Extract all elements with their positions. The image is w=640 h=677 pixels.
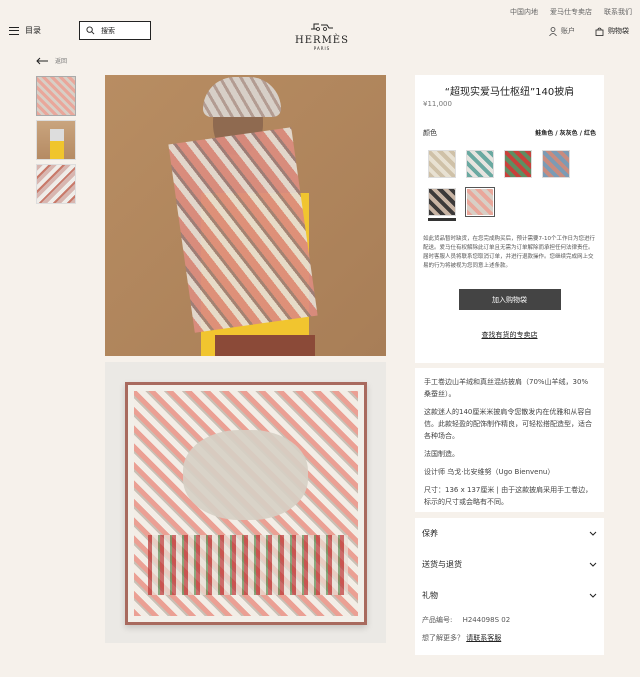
selected-color: 鲑鱼色 / 灰灰色 / 红色 xyxy=(535,130,596,137)
account-label: 账户 xyxy=(561,27,575,35)
swatch-red-green[interactable] xyxy=(504,150,532,178)
account-button[interactable]: 账户 xyxy=(549,26,575,36)
swatch-blue[interactable] xyxy=(542,150,570,178)
description-panel: 手工卷边山羊绒和真丝混纺披肩（70%山羊绒，30%桑蚕丝）。 这款迷人的140厘… xyxy=(415,368,604,512)
color-swatches xyxy=(423,150,596,216)
brand-logo[interactable]: HERMÈS PARIS xyxy=(292,16,352,51)
details-panel: 保养 送货与退货 礼物 产品编号: H244098S 02 想了解更多？ 请联系… xyxy=(415,518,604,655)
thumbnail-list xyxy=(36,76,76,208)
toplink-stores[interactable]: 爱马仕专卖店 xyxy=(550,7,592,17)
product-image-model xyxy=(105,75,386,356)
search-icon xyxy=(86,26,95,35)
hamburger-icon xyxy=(9,26,19,35)
header: 中国内地 爱马仕专卖店 联系我们 目录 搜索 HERMÈS PARIS 账户 购… xyxy=(0,0,640,52)
find-store-link[interactable]: 查找有货的专卖店 xyxy=(423,330,596,340)
shopping-bag-icon xyxy=(595,27,604,36)
back-label: 返回 xyxy=(55,58,68,65)
chevron-down-icon xyxy=(589,562,597,567)
menu-button[interactable]: 目录 xyxy=(9,25,41,36)
accordion-gift-label: 礼物 xyxy=(422,591,438,600)
chevron-down-icon xyxy=(589,531,597,536)
carriage-logo-icon xyxy=(311,23,333,31)
contact-service-link[interactable]: 请联系客服 xyxy=(466,634,501,642)
accordion-shipping[interactable]: 送货与退货 xyxy=(422,549,597,580)
color-label: 颜色 xyxy=(423,129,437,137)
logo-sub: PARIS xyxy=(313,46,331,51)
product-code-value: H244098S 02 xyxy=(462,616,511,624)
description-material: 手工卷边山羊绒和真丝混纺披肩（70%山羊绒，30%桑蚕丝）。 xyxy=(424,378,589,398)
accordion-shipping-label: 送货与退货 xyxy=(422,560,462,569)
stock-notice: 如此货品暂时缺货，在您完成购买后，预计需要7-10个工作日为您进行配送。爱马仕有… xyxy=(423,236,595,269)
description-origin: 法国制造。 xyxy=(424,450,459,458)
product-image-scarf xyxy=(105,362,386,643)
product-price: ¥11,000 xyxy=(423,100,452,108)
product-code-label: 产品编号: xyxy=(422,616,453,624)
selected-swatch-indicator xyxy=(428,218,456,221)
product-code: 产品编号: H244098S 02 xyxy=(422,615,597,625)
toplink-region[interactable]: 中国内地 xyxy=(510,7,538,17)
menu-label: 目录 xyxy=(25,26,41,35)
color-row: 颜色 鲑鱼色 / 灰灰色 / 红色 xyxy=(423,128,596,138)
arrow-left-icon xyxy=(36,57,48,64)
user-icon xyxy=(549,26,557,36)
thumbnail-scarf[interactable] xyxy=(36,76,76,116)
accordion-gift[interactable]: 礼物 xyxy=(422,580,597,611)
contact-row: 想了解更多？ 请联系客服 xyxy=(422,633,597,643)
logo-text: HERMÈS xyxy=(295,35,349,46)
back-link[interactable]: 返回 xyxy=(36,56,67,65)
description-size: 尺寸：136 x 137厘米 | 由于这款披肩采用手工卷边，标示的尺寸或会略有不… xyxy=(424,486,593,506)
product-title: “超现实爱马仕枢纽”140披肩 xyxy=(444,87,575,98)
add-to-cart-button[interactable]: 加入购物袋 xyxy=(458,289,561,310)
swatch-salmon[interactable] xyxy=(466,188,494,216)
thumbnail-detail[interactable] xyxy=(36,164,76,204)
description-designer: 设计师 乌戈·比安维努（Ugo Bienvenu） xyxy=(424,468,555,476)
chevron-down-icon xyxy=(589,593,597,598)
search-input[interactable]: 搜索 xyxy=(79,21,151,40)
search-placeholder: 搜索 xyxy=(101,26,115,35)
bag-label: 购物袋 xyxy=(608,27,629,35)
accordion-care-label: 保养 xyxy=(422,529,438,538)
swatch-beige[interactable] xyxy=(428,150,456,178)
swatch-teal[interactable] xyxy=(466,150,494,178)
accordion-care[interactable]: 保养 xyxy=(422,518,597,549)
product-panel: “超现实爱马仕枢纽”140披肩 ¥11,000 颜色 鲑鱼色 / 灰灰色 / 红… xyxy=(415,75,604,363)
top-links: 中国内地 爱马仕专卖店 联系我们 xyxy=(510,7,632,17)
bag-button[interactable]: 购物袋 xyxy=(595,26,629,36)
more-info-label: 想了解更多？ xyxy=(422,634,464,642)
swatch-dark[interactable] xyxy=(428,188,456,216)
toplink-contact[interactable]: 联系我们 xyxy=(604,7,632,17)
thumbnail-model[interactable] xyxy=(36,120,76,160)
description-story: 这款迷人的140厘米米披肩令您散发内在优雅和从容自信。此款轻盈的配饰制作精良，可… xyxy=(424,408,592,440)
